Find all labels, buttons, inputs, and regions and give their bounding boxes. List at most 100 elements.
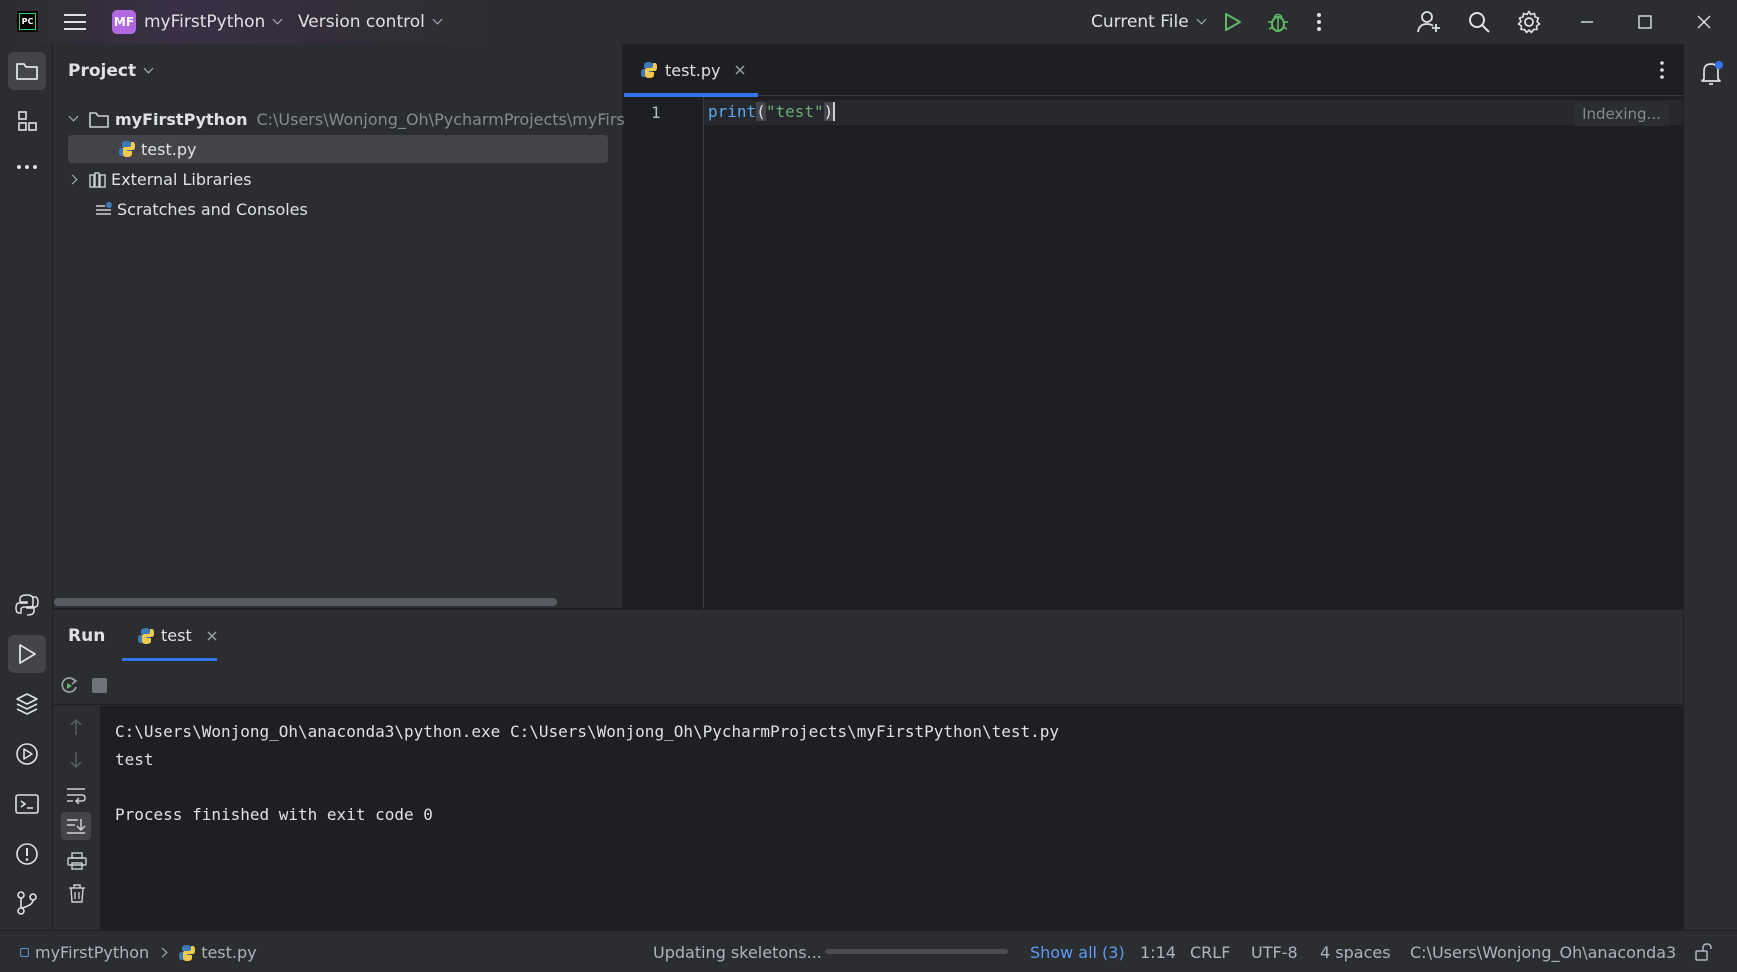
code-paren-close: ) xyxy=(823,102,836,121)
right-tool-strip xyxy=(1683,44,1737,930)
read-only-toggle[interactable] xyxy=(1694,931,1712,972)
python-console-tool-button[interactable] xyxy=(8,586,46,624)
scroll-down-button[interactable] xyxy=(68,751,84,769)
run-panel-title: Run xyxy=(68,626,106,646)
line-separator[interactable]: CRLF xyxy=(1190,931,1230,972)
tree-item-project-root[interactable]: myFirstPython C:\Users\Wonjong_Oh\Pychar… xyxy=(68,105,631,133)
editor-area: test.py 1 print("test") Indexing... xyxy=(624,44,1683,625)
current-line-highlight xyxy=(704,100,1683,125)
console-output[interactable]: C:\Users\Wonjong_Oh\anaconda3\python.exe… xyxy=(101,706,1683,930)
run-icon xyxy=(1225,13,1241,31)
run-config-label: Current File xyxy=(1091,12,1189,32)
run-icon xyxy=(19,644,36,664)
tree-item-test-py[interactable]: test.py xyxy=(68,135,608,163)
horizontal-scrollbar[interactable] xyxy=(54,598,557,606)
pycharm-logo-icon: PC xyxy=(17,11,38,32)
run-tab-test[interactable]: test xyxy=(137,626,218,645)
left-tool-strip xyxy=(0,44,53,930)
terminal-tool-button[interactable] xyxy=(8,785,46,823)
project-switcher[interactable]: MF myFirstPython xyxy=(112,0,283,44)
console-line: test xyxy=(115,749,154,769)
code-line[interactable]: print("test") xyxy=(708,102,836,121)
python-packages-tool-button[interactable] xyxy=(8,685,46,723)
file-encoding[interactable]: UTF-8 xyxy=(1251,931,1298,972)
project-panel-header[interactable]: Project xyxy=(68,61,154,81)
minimize-icon xyxy=(1581,21,1593,23)
python-file-icon xyxy=(138,627,154,644)
notifications-button[interactable] xyxy=(1699,60,1725,86)
settings-button[interactable] xyxy=(1517,0,1541,44)
run-tool-button[interactable] xyxy=(8,635,46,673)
terminal-icon xyxy=(15,794,39,814)
folder-icon xyxy=(16,63,38,80)
scroll-to-end-button[interactable] xyxy=(61,812,91,840)
version-control-menu[interactable]: Version control xyxy=(298,0,443,44)
print-icon xyxy=(67,852,87,870)
search-icon xyxy=(1469,12,1490,33)
code-function: print xyxy=(708,102,757,121)
chevron-right-icon xyxy=(157,947,168,957)
breadcrumb-project[interactable]: myFirstPython xyxy=(35,943,149,962)
stop-icon[interactable] xyxy=(92,678,107,693)
clear-all-button[interactable] xyxy=(68,884,86,903)
show-all-tasks-link[interactable]: Show all (3) xyxy=(1030,931,1125,972)
folder-icon xyxy=(89,111,109,128)
background-task-label[interactable]: Updating skeletons... xyxy=(653,931,822,972)
scroll-up-button[interactable] xyxy=(68,718,84,736)
more-actions-button[interactable] xyxy=(1316,0,1322,44)
services-tool-button[interactable] xyxy=(8,735,46,773)
active-run-tab-indicator xyxy=(122,658,217,661)
structure-icon xyxy=(18,111,37,131)
problems-tool-button[interactable] xyxy=(8,835,46,873)
problems-icon xyxy=(16,843,38,865)
run-configuration-selector[interactable]: Current File xyxy=(1091,0,1207,44)
main-menu-button[interactable] xyxy=(64,0,86,44)
breadcrumb: myFirstPython test.py xyxy=(20,931,257,972)
unlock-icon xyxy=(1695,943,1712,961)
status-bar: myFirstPython test.py Updating skeletons… xyxy=(0,930,1737,972)
close-tab-icon[interactable] xyxy=(734,64,746,76)
run-button[interactable] xyxy=(1224,0,1242,44)
indent-setting[interactable]: 4 spaces xyxy=(1320,931,1391,972)
code-with-me-button[interactable] xyxy=(1417,0,1441,44)
maximize-window-button[interactable] xyxy=(1638,0,1652,44)
tree-item-label: External Libraries xyxy=(111,169,252,189)
line-number: 1 xyxy=(651,103,661,122)
git-tool-button[interactable] xyxy=(8,884,46,922)
editor-tab-test-py[interactable]: test.py xyxy=(640,44,746,96)
rerun-button[interactable] xyxy=(59,675,79,695)
background-task-progress xyxy=(825,949,1008,954)
chevron-down-icon xyxy=(272,14,283,25)
chevron-down-icon[interactable] xyxy=(68,111,79,122)
python-console-icon xyxy=(15,594,39,616)
python-interpreter[interactable]: C:\Users\Wonjong_Oh\anaconda3 xyxy=(1410,931,1676,972)
caret-position[interactable]: 1:14 xyxy=(1140,931,1176,972)
run-tab-label: test xyxy=(161,626,192,645)
tree-item-scratches[interactable]: Scratches and Consoles xyxy=(95,195,308,223)
maximize-icon xyxy=(1638,15,1652,29)
more-tools-button[interactable] xyxy=(8,148,46,186)
debug-button[interactable] xyxy=(1267,0,1289,44)
breadcrumb-file[interactable]: test.py xyxy=(201,943,256,962)
version-control-label: Version control xyxy=(298,12,425,32)
close-tab-icon[interactable] xyxy=(206,630,218,642)
console-line: Process finished with exit code 0 xyxy=(115,804,433,824)
close-window-button[interactable] xyxy=(1697,0,1711,44)
structure-tool-button[interactable] xyxy=(8,102,46,140)
soft-wrap-button[interactable] xyxy=(66,786,86,804)
vertical-dots-icon xyxy=(1660,61,1664,79)
editor-more-button[interactable] xyxy=(1659,60,1665,80)
run-panel: Run test C:\Users\Wonjong_Oh\anaconda3\p… xyxy=(53,609,1683,931)
print-button[interactable] xyxy=(67,852,87,870)
title-bar: PC MF myFirstPython Version control Curr… xyxy=(0,0,1737,44)
project-tool-button[interactable] xyxy=(8,52,46,90)
tree-item-label: myFirstPython xyxy=(115,109,248,129)
editor-tab-label: test.py xyxy=(665,60,721,80)
chevron-right-icon[interactable] xyxy=(67,174,78,184)
trash-icon xyxy=(69,884,85,903)
search-button[interactable] xyxy=(1468,0,1490,44)
minimize-window-button[interactable] xyxy=(1580,0,1594,44)
run-side-toolbar xyxy=(53,706,101,931)
tree-item-external-libraries[interactable]: External Libraries xyxy=(67,165,252,193)
